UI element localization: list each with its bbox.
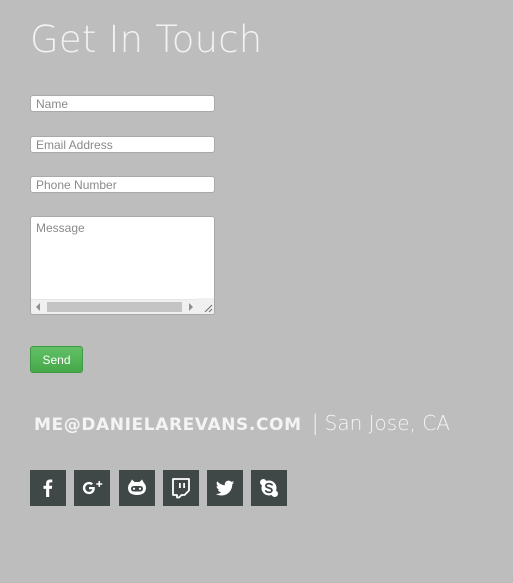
send-button[interactable]: Send: [30, 346, 83, 373]
twitter-icon: [215, 480, 235, 496]
facebook-icon: [43, 479, 53, 497]
skype-icon: [260, 479, 278, 497]
email-link[interactable]: ME@DANIELAREVANS.COM: [34, 415, 302, 435]
name-field[interactable]: [30, 95, 215, 112]
location-text: San Jose, CA: [324, 411, 450, 435]
twitch-link[interactable]: [163, 470, 199, 506]
horizontal-scrollbar[interactable]: [31, 299, 198, 314]
contact-page: Get In Touch Send ME@DANIELAREVANS.COM |…: [0, 0, 513, 583]
scroll-right-arrow-icon[interactable]: [189, 303, 193, 311]
social-links: [30, 470, 295, 506]
github-icon: [128, 479, 146, 495]
contact-info: ME@DANIELAREVANS.COM | San Jose, CA: [34, 411, 450, 435]
facebook-link[interactable]: [30, 470, 66, 506]
twitter-link[interactable]: [207, 470, 243, 506]
scrollbar-thumb[interactable]: [47, 302, 182, 312]
twitch-icon: [172, 478, 190, 499]
message-field[interactable]: [31, 217, 214, 299]
google-plus-link[interactable]: [74, 470, 110, 506]
skype-link[interactable]: [251, 470, 287, 506]
resize-grip-icon[interactable]: [198, 298, 214, 314]
message-box: [30, 216, 215, 315]
separator: |: [311, 411, 319, 435]
scroll-left-arrow-icon[interactable]: [36, 303, 40, 311]
email-field[interactable]: [30, 136, 215, 153]
google-plus-icon: [82, 481, 103, 495]
page-title: Get In Touch: [30, 18, 263, 61]
phone-field[interactable]: [30, 176, 215, 193]
github-link[interactable]: [119, 470, 155, 506]
